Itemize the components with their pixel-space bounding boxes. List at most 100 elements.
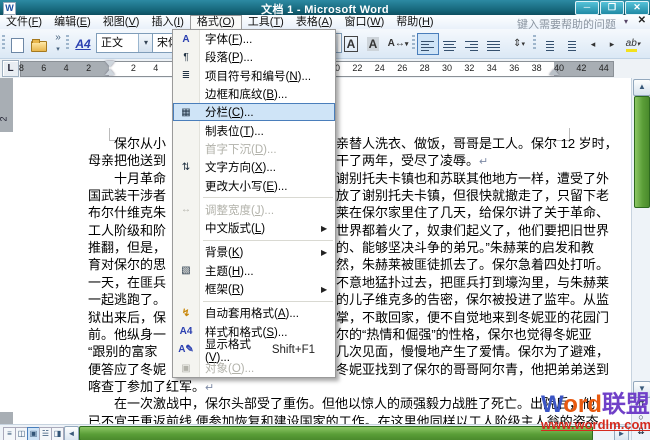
menu-item-label: 制表位(T)... (199, 123, 321, 139)
format-menu-item-20[interactable]: A✎显示格式(V)...Shift+F1 (173, 341, 335, 359)
menu-item-label: 项目符号和编号(N)... (199, 68, 321, 84)
scroll-left-icon[interactable]: ◄ (64, 426, 79, 440)
menubar-item-1[interactable]: 文件(F) (0, 15, 48, 29)
style-combo[interactable]: 正文 ▾ (96, 33, 154, 53)
format-menu-item-4[interactable]: 边框和底纹(B)... (173, 85, 335, 103)
character-border-button[interactable]: A (340, 33, 362, 55)
format-menu-item-8[interactable]: ⇅文字方向(X)... (173, 158, 335, 176)
line-left-fragment: 育对保尔的思 (88, 256, 166, 273)
menubar-item-5[interactable]: 格式(O) (190, 15, 242, 29)
line-spacing-button[interactable]: ⇕▾ (505, 33, 533, 55)
menu-item-label: 对象(O)... (199, 360, 321, 376)
open-folder-icon (31, 41, 47, 52)
align-center-button[interactable] (439, 33, 461, 55)
styles-formatting-pane-button[interactable]: A4 (72, 33, 94, 55)
format-menu-item-14[interactable]: 背景(K)▶ (173, 243, 335, 261)
menubar-item-4[interactable]: 插入(I) (145, 15, 189, 29)
toolbar-grip[interactable] (2, 35, 5, 51)
minimize-button[interactable]: ─ (575, 1, 599, 15)
word-window: W 文档 1 - Microsoft Word ─ ❐ ✕ 文件(F)编辑(E)… (0, 0, 650, 440)
format-menu-item-6[interactable]: 制表位(T)... (173, 121, 335, 139)
open-button[interactable] (28, 33, 50, 55)
font-icon: A (173, 34, 199, 45)
new-document-button[interactable] (6, 33, 28, 55)
close-document-icon[interactable]: ✕ (638, 15, 646, 26)
vertical-scroll-thumb[interactable] (634, 96, 650, 208)
word-league-logo: Word联盟 (541, 393, 650, 417)
line-right-fragment: 掌，不敢回家，便不自觉地来到冬妮亚的花园门 (336, 309, 609, 326)
line-left-fragment: “跟别的富家 (88, 343, 157, 360)
horizontal-scroll-thumb[interactable] (79, 426, 593, 440)
toolbar-options-button[interactable]: »▾ (52, 32, 64, 54)
ruler-number: 2 (84, 63, 94, 73)
menubar-item-3[interactable]: 视图(V) (97, 15, 146, 29)
titlebar: W 文档 1 - Microsoft Word ─ ❐ ✕ (0, 0, 650, 15)
numbering-icon (542, 39, 555, 49)
format-menu-popup: A字体(F)...¶段落(P)...≣项目符号和编号(N)...边框和底纹(B)… (172, 29, 336, 378)
distribute-icon (487, 39, 500, 49)
align-left-button[interactable] (417, 33, 439, 55)
format-menu-item-1[interactable]: A字体(F)... (173, 30, 335, 48)
menu-item-label: 首字下沉(D)... (199, 141, 321, 157)
style-combo-arrow-icon[interactable]: ▾ (138, 34, 153, 52)
paragraph-mark: ↵ (479, 156, 488, 168)
reveal-formatting-icon: A✎ (173, 344, 199, 355)
scroll-up-icon[interactable]: ▲ (633, 79, 650, 96)
paragraph-icon: ¶ (173, 52, 199, 63)
menubar-item-8[interactable]: 窗口(W) (339, 15, 391, 29)
menu-item-label: 自动套用格式(A)... (199, 305, 321, 321)
menu-item-label: 调整宽度(J)... (199, 202, 321, 218)
close-button[interactable]: ✕ (625, 1, 649, 15)
format-menu-item-16[interactable]: 框架(R)▶ (173, 280, 335, 298)
highlight-button[interactable]: ab▾ (620, 33, 646, 55)
distribute-button[interactable] (483, 33, 505, 55)
line-left-fragment: 国武装干涉者 (88, 187, 166, 204)
ruler-number: 26 (397, 63, 407, 73)
format-menu-item-9[interactable]: 更改大小写(E)... (173, 176, 335, 194)
format-menu-item-15[interactable]: ▧主题(H)... (173, 262, 335, 280)
line-right-fragment: 的儿子维克多的告密，保尔被投进了监牢。从监 (336, 291, 609, 308)
restore-button[interactable]: ❐ (600, 1, 624, 15)
menu-item-label: 更改大小写(E)... (199, 178, 321, 194)
menubar: 文件(F)编辑(E)视图(V)插入(I)格式(O)工具(T)表格(A)窗口(W)… (0, 15, 650, 30)
new-document-icon (11, 38, 24, 53)
horizontal-scrollbar-row: ≡◫▣☱◨ ◄ ► (0, 424, 631, 440)
format-menu-item-18[interactable]: ↯自动套用格式(A)... (173, 304, 335, 322)
line-right-fragment: 不意地猛扑过去，把匪兵打到壕沟里，与朱赫莱 (336, 274, 609, 291)
align-left-icon (421, 39, 434, 49)
document-text-line: 在一次激战中，保尔头部受了重伤。但他以惊人的顽强毅力战胜了死亡。出院后，他 (114, 395, 595, 413)
ruler-number: 36 (509, 63, 519, 73)
character-scaling-button[interactable]: A↔▾ (384, 33, 412, 55)
format-menu-item-12[interactable]: 中文版式(L)▶ (173, 219, 335, 237)
numbering-button[interactable] (538, 33, 560, 55)
line-right-fragment: 几次见面，慢慢地产生了爱情。保尔为了避难， (336, 343, 609, 360)
line-left-fragment: 十月革命 (114, 170, 166, 187)
submenu-arrow-icon: ▶ (321, 248, 335, 257)
format-menu-item-2[interactable]: ¶段落(P)... (173, 48, 335, 66)
align-right-icon (465, 39, 478, 49)
menubar-item-6[interactable]: 工具(T) (242, 15, 290, 29)
vertical-scrollbar[interactable]: ▲ ▼ (631, 78, 650, 398)
menubar-item-7[interactable]: 表格(A) (290, 15, 339, 29)
format-menu-item-5[interactable]: ▦分栏(C)... (173, 103, 335, 121)
bullets-button[interactable] (560, 33, 582, 55)
character-shading-button[interactable]: A (362, 33, 384, 55)
menu-item-label: 文字方向(X)... (199, 159, 321, 175)
format-menu-item-3[interactable]: ≣项目符号和编号(N)... (173, 67, 335, 85)
menubar-item-9[interactable]: 帮助(H) (390, 15, 439, 29)
menubar-item-2[interactable]: 编辑(E) (48, 15, 97, 29)
line-right-fragment: 冬妮亚找到了保尔的哥哥阿尔青，他把弟弟送到 (336, 361, 609, 378)
hanging-indent-marker[interactable] (105, 69, 115, 75)
line-left-fragment: 工人阶级和阶 (88, 222, 166, 239)
menu-item-label: 背景(K) (199, 244, 321, 260)
menu-separator (203, 301, 333, 302)
watermark-url: www.wordlm.com (541, 418, 650, 431)
right-indent-marker[interactable] (549, 69, 559, 75)
adjust-width-icon: ↔ (173, 204, 199, 215)
help-dropdown-icon[interactable]: ▾ (624, 17, 628, 26)
align-right-button[interactable] (461, 33, 483, 55)
first-line-indent-marker[interactable] (105, 61, 115, 67)
ruler-number: 34 (487, 63, 497, 73)
toolbar-grip[interactable] (66, 35, 69, 51)
reading-layout-view-button[interactable]: ◨ (51, 427, 64, 440)
